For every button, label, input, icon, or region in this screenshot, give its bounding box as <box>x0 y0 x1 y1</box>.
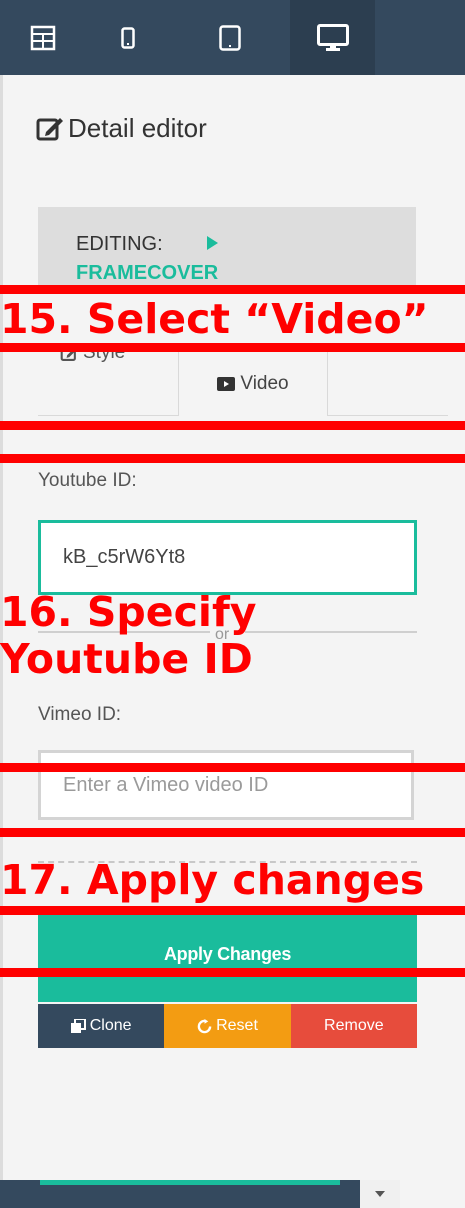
annotation-line <box>0 343 465 352</box>
youtube-id-input[interactable] <box>38 520 417 595</box>
clone-button[interactable]: Clone <box>38 1004 165 1048</box>
clone-icon <box>70 1018 86 1033</box>
detail-editor-title: Detail editor <box>68 113 207 143</box>
tab-divider <box>328 415 448 416</box>
tab-divider <box>38 415 178 416</box>
annotation-line <box>0 906 465 915</box>
annotation-step-15: 15. Select “Video” <box>0 295 429 343</box>
grid-layout-icon <box>30 25 55 50</box>
annotation-step-16-line2: Youtube ID <box>0 635 253 683</box>
action-button-row: Clone Reset Remove <box>38 1004 417 1048</box>
or-divider-line <box>245 631 417 633</box>
video-icon <box>217 376 236 391</box>
desktop-view-button[interactable] <box>290 0 375 75</box>
editing-label: EDITING: <box>76 233 163 255</box>
reset-button[interactable]: Reset <box>164 1004 291 1048</box>
annotation-line <box>0 968 465 977</box>
refresh-icon <box>197 1018 212 1033</box>
annotation-line <box>0 454 465 463</box>
annotation-step-16-line1: 16. Specify <box>0 588 257 636</box>
bottom-bar-accent <box>40 1180 340 1185</box>
remove-label: Remove <box>324 1017 384 1034</box>
desktop-device-icon <box>316 23 349 51</box>
apply-changes-button[interactable]: Apply Changes <box>38 906 417 1002</box>
tablet-view-button[interactable] <box>187 0 272 75</box>
annotation-step-17: 17. Apply changes <box>0 856 425 904</box>
reset-label: Reset <box>216 1017 258 1034</box>
annotation-line <box>0 828 465 837</box>
edit-icon <box>36 117 63 140</box>
tablet-device-icon <box>218 24 241 51</box>
mobile-view-button[interactable] <box>85 0 170 75</box>
annotation-line <box>0 421 465 430</box>
play-icon <box>207 236 218 250</box>
mobile-device-icon <box>120 26 135 49</box>
grid-layout-button[interactable] <box>0 0 85 75</box>
chevron-down-icon <box>375 1191 385 1197</box>
remove-button[interactable]: Remove <box>290 1004 417 1048</box>
clone-label: Clone <box>89 1017 132 1034</box>
vimeo-id-label: Vimeo ID: <box>38 704 122 725</box>
tab-video-label: Video <box>240 372 289 394</box>
youtube-id-label: Youtube ID: <box>38 470 137 491</box>
scroll-down-button[interactable] <box>360 1180 400 1208</box>
detail-editor-heading: Detail editor <box>36 113 207 144</box>
annotation-line <box>0 763 465 772</box>
tab-video[interactable]: Video <box>178 350 328 416</box>
vimeo-id-input[interactable] <box>38 750 414 820</box>
